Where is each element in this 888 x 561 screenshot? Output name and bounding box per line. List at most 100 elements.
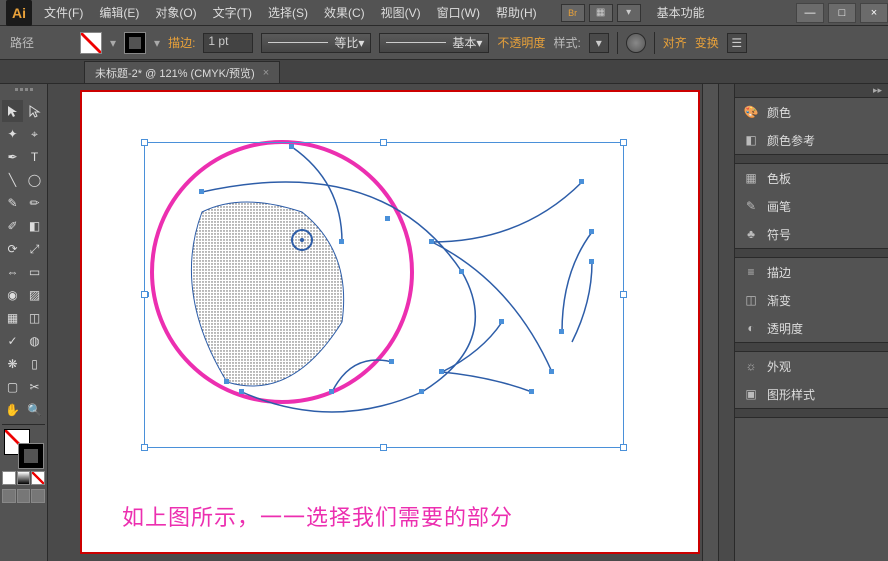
line-tool[interactable]: ╲ [2, 169, 23, 191]
tools-panel: ✦⌖ ✒T ╲◯ ✎✏ ✐◧ ⟳⤢ ⇔▭ ◉▨ ▦◫ ✓◍ ❋▯ ▢✂ ✋🔍 [0, 84, 48, 561]
zoom-tool[interactable]: 🔍 [24, 399, 45, 421]
fill-stroke-control[interactable] [2, 429, 46, 469]
window-maximize[interactable]: □ [828, 3, 856, 23]
screen-mode-button[interactable]: ▾ [617, 4, 641, 22]
collapse-panels[interactable]: ▸▸ [735, 84, 888, 98]
tools-grip[interactable] [2, 88, 45, 96]
rotate-tool[interactable]: ⟳ [2, 238, 23, 260]
align-label[interactable]: 对齐 [663, 34, 687, 51]
document-tab[interactable]: 未标题-2* @ 121% (CMYK/预览) × [84, 61, 280, 83]
style-dropdown[interactable]: ▾ [589, 33, 609, 53]
artboard[interactable]: 如上图所示，一一选择我们需要的部分 [62, 84, 702, 561]
menu-window[interactable]: 窗口(W) [429, 0, 488, 26]
brush-dropdown[interactable]: 基本 ▾ [379, 33, 489, 53]
menu-select[interactable]: 选择(S) [260, 0, 316, 26]
menu-edit[interactable]: 编辑(E) [91, 0, 147, 26]
panel-graphic-styles[interactable]: ▣图形样式 [735, 380, 888, 408]
mesh-tool[interactable]: ▦ [2, 307, 23, 329]
menu-object[interactable]: 对象(O) [147, 0, 204, 26]
shape-builder-tool[interactable]: ◉ [2, 284, 23, 306]
bridge-button[interactable]: Br [561, 4, 585, 22]
panel-appearance[interactable]: ☼外观 [735, 352, 888, 380]
close-tab-icon[interactable]: × [263, 67, 269, 79]
stroke-swatch[interactable] [124, 32, 146, 54]
panel-dock-strip[interactable] [702, 84, 718, 561]
lasso-tool[interactable]: ⌖ [24, 123, 45, 145]
scale-tool[interactable]: ⤢ [24, 238, 45, 260]
eraser-tool[interactable]: ◧ [24, 215, 45, 237]
magic-wand-tool[interactable]: ✦ [2, 123, 23, 145]
stroke-icon: ≡ [743, 264, 759, 280]
eyedropper-tool[interactable]: ✓ [2, 330, 23, 352]
menu-effect[interactable]: 效果(C) [316, 0, 373, 26]
slice-tool[interactable]: ✂ [24, 376, 45, 398]
width-tool[interactable]: ⇔ [2, 261, 23, 283]
app-icon: Ai [6, 0, 32, 26]
panel-symbols[interactable]: ♣符号 [735, 220, 888, 248]
appearance-icon: ☼ [743, 358, 759, 374]
menu-type[interactable]: 文字(T) [205, 0, 260, 26]
type-tool[interactable]: T [24, 146, 45, 168]
menubar: Ai 文件(F) 编辑(E) 对象(O) 文字(T) 选择(S) 效果(C) 视… [0, 0, 888, 26]
palette-icon: 🎨 [743, 104, 759, 120]
stroke-indicator[interactable] [18, 443, 44, 469]
gradient-icon: ◫ [743, 292, 759, 308]
shape-tool[interactable]: ◯ [24, 169, 45, 191]
menu-help[interactable]: 帮助(H) [488, 0, 545, 26]
vertical-scrollbar[interactable] [718, 84, 734, 561]
menu-file[interactable]: 文件(F) [36, 0, 91, 26]
more-options[interactable]: ☰ [727, 33, 747, 53]
color-mode[interactable] [2, 471, 16, 485]
window-close[interactable]: × [860, 3, 888, 23]
control-bar: 路径 ▾ ▾ 描边: 1 pt 等比 ▾ 基本 ▾ 不透明度 样式: ▾ 对齐 … [0, 26, 888, 60]
recolor-button[interactable] [626, 33, 646, 53]
panel-stroke[interactable]: ≡描边 [735, 258, 888, 286]
menu-view[interactable]: 视图(V) [373, 0, 429, 26]
panel-swatches[interactable]: ▦色板 [735, 164, 888, 192]
annotation-text: 如上图所示，一一选择我们需要的部分 [122, 500, 513, 532]
pen-tool[interactable]: ✒ [2, 146, 23, 168]
right-panels: ▸▸ 🎨颜色 ◧颜色参考 ▦色板 ✎画笔 ♣符号 ≡描边 ◫渐变 ◐透明度 ☼外… [734, 84, 888, 561]
draw-inside[interactable] [31, 489, 45, 503]
draw-behind[interactable] [17, 489, 31, 503]
selection-type-label: 路径 [10, 34, 34, 51]
direct-selection-tool[interactable] [24, 100, 45, 122]
graph-tool[interactable]: ▯ [24, 353, 45, 375]
panel-brushes[interactable]: ✎画笔 [735, 192, 888, 220]
artboard-tool[interactable]: ▢ [2, 376, 23, 398]
blob-brush-tool[interactable]: ✐ [2, 215, 23, 237]
selection-bounds[interactable] [144, 142, 624, 448]
paintbrush-tool[interactable]: ✎ [2, 192, 23, 214]
free-transform-tool[interactable]: ▭ [24, 261, 45, 283]
document-tab-title: 未标题-2* @ 121% (CMYK/预览) [95, 65, 255, 81]
hand-tool[interactable]: ✋ [2, 399, 23, 421]
fill-swatch[interactable] [80, 32, 102, 54]
transform-label[interactable]: 变换 [695, 34, 719, 51]
panel-gradient[interactable]: ◫渐变 [735, 286, 888, 314]
opacity-label[interactable]: 不透明度 [497, 34, 545, 51]
panel-color[interactable]: 🎨颜色 [735, 98, 888, 126]
arrange-docs-button[interactable]: ▦ [589, 4, 613, 22]
symbol-sprayer-tool[interactable]: ❋ [2, 353, 23, 375]
perspective-tool[interactable]: ▨ [24, 284, 45, 306]
panel-color-guide[interactable]: ◧颜色参考 [735, 126, 888, 154]
blend-tool[interactable]: ◍ [24, 330, 45, 352]
stroke-weight-input[interactable]: 1 pt [203, 33, 253, 53]
none-mode[interactable] [31, 471, 45, 485]
transparency-icon: ◐ [743, 320, 759, 336]
gradient-mode[interactable] [17, 471, 31, 485]
symbols-icon: ♣ [743, 226, 759, 242]
pencil-tool[interactable]: ✏ [24, 192, 45, 214]
color-guide-icon: ◧ [743, 132, 759, 148]
style-label: 样式: [553, 34, 580, 51]
selection-tool[interactable] [2, 100, 23, 122]
draw-normal[interactable] [2, 489, 16, 503]
canvas-area: 如上图所示，一一选择我们需要的部分 [48, 84, 734, 561]
window-minimize[interactable]: — [796, 3, 824, 23]
gradient-tool[interactable]: ◫ [24, 307, 45, 329]
panel-transparency[interactable]: ◐透明度 [735, 314, 888, 342]
workspace-switcher[interactable]: 基本功能 [643, 4, 719, 21]
stroke-label[interactable]: 描边: [168, 34, 195, 51]
profile-dropdown[interactable]: 等比 ▾ [261, 33, 371, 53]
swatches-icon: ▦ [743, 170, 759, 186]
